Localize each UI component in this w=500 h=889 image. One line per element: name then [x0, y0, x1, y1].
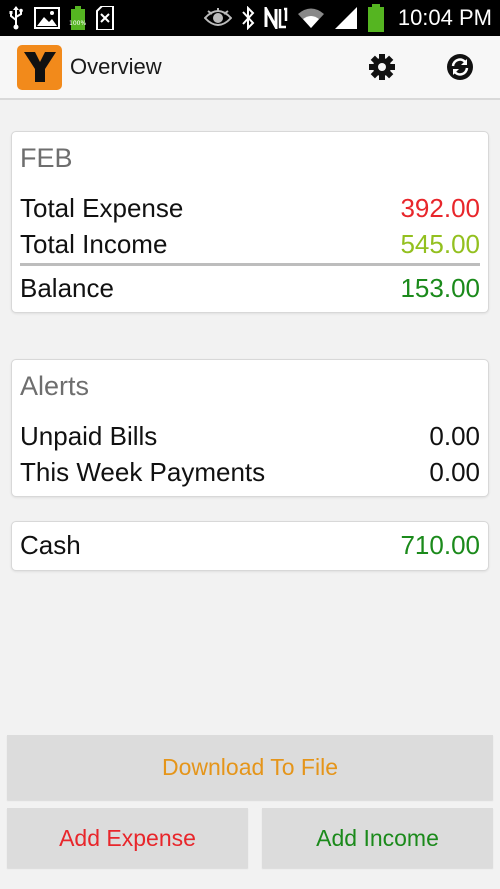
cash-value: 710.00 [400, 530, 480, 560]
unpaid-bills-label: Unpaid Bills [20, 421, 158, 451]
usb-icon [8, 6, 24, 30]
wifi-icon [297, 7, 325, 29]
app-logo [17, 44, 62, 90]
gallery-icon [34, 7, 60, 29]
add-income-button[interactable]: Add Income [262, 808, 493, 868]
month-summary-card[interactable]: FEB Total Expense 392.00 Total Income 54… [11, 131, 489, 313]
download-to-file-button[interactable]: Download To File [7, 735, 493, 800]
sync-icon [447, 54, 473, 80]
balance-divider [20, 263, 480, 266]
cash-label: Cash [20, 530, 81, 560]
signal-icon [334, 6, 358, 30]
sd-card-icon [96, 6, 114, 30]
add-expense-button[interactable]: Add Expense [7, 808, 248, 868]
total-income-value: 545.00 [400, 229, 480, 259]
cash-card[interactable]: Cash 710.00 [11, 521, 489, 571]
balance-label: Balance [20, 273, 114, 303]
unpaid-bills-value: 0.00 [429, 421, 480, 451]
week-payments-row: This Week Payments 0.00 [20, 457, 480, 488]
eye-icon [203, 8, 232, 28]
action-bar: Overview [0, 36, 500, 100]
refresh-button[interactable] [434, 41, 486, 93]
status-bar: 100% 10:04 PM [0, 0, 500, 36]
alerts-title: Alerts [20, 371, 90, 401]
battery-small-icon: 100% [69, 6, 87, 30]
balance-row: Balance 153.00 [20, 273, 480, 304]
unpaid-bills-row: Unpaid Bills 0.00 [20, 421, 480, 452]
total-expense-label: Total Expense [20, 193, 184, 223]
page-title: Overview [70, 54, 162, 79]
nfc-icon [264, 7, 288, 29]
battery-small-percent: 100% [69, 20, 87, 27]
total-income-label: Total Income [20, 229, 168, 259]
bluetooth-icon [241, 6, 255, 30]
total-income-row: Total Income 545.00 [20, 229, 480, 260]
gear-icon [369, 54, 395, 80]
status-time: 10:04 PM [397, 5, 492, 30]
alerts-card[interactable]: Alerts Unpaid Bills 0.00 This Week Payme… [11, 359, 489, 497]
week-payments-value: 0.00 [429, 457, 480, 487]
cash-row: Cash 710.00 [20, 530, 480, 561]
screen: 100% 10:04 PM Overview FEB Total Expense… [0, 0, 500, 889]
balance-value: 153.00 [400, 273, 480, 303]
total-expense-row: Total Expense 392.00 [20, 193, 480, 224]
week-payments-label: This Week Payments [20, 457, 266, 487]
month-title: FEB [20, 143, 73, 173]
total-expense-value: 392.00 [400, 193, 480, 223]
battery-icon [367, 4, 385, 32]
logo-y-glyph [23, 52, 56, 82]
settings-button[interactable] [356, 41, 408, 93]
